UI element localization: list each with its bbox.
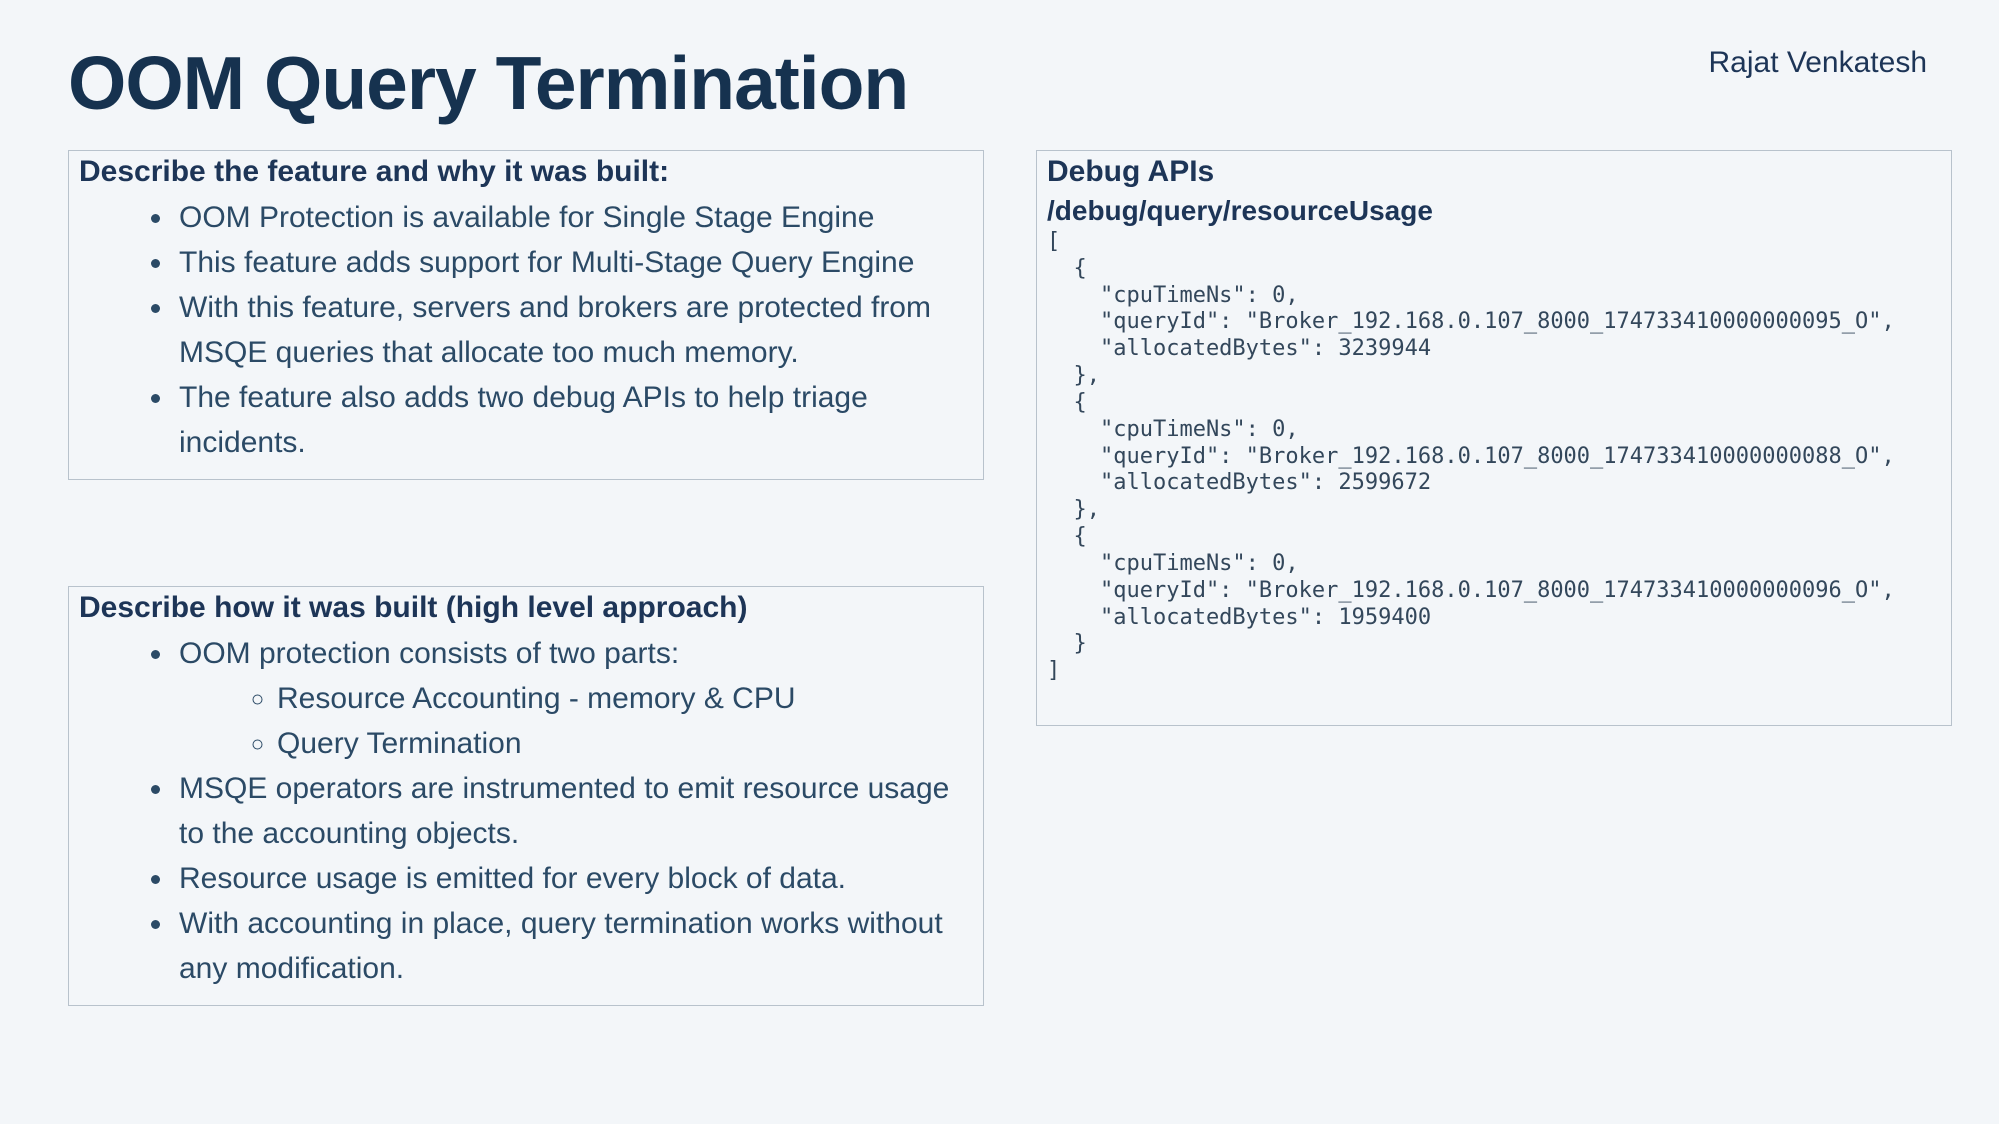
feature-heading: Describe the feature and why it was buil… <box>79 155 973 189</box>
debug-heading: Debug APIs <box>1047 155 1941 189</box>
right-column: Debug APIs /debug/query/resourceUsage [ … <box>1036 150 1952 726</box>
list-item: MSQE operators are instrumented to emit … <box>175 766 973 856</box>
feature-list: OOM Protection is available for Single S… <box>79 195 973 465</box>
list-item: Resource Accounting - memory & CPU <box>277 676 973 721</box>
list-item: OOM Protection is available for Single S… <box>175 195 973 240</box>
list-item: Resource usage is emitted for every bloc… <box>175 856 973 901</box>
approach-list: OOM protection consists of two parts: Re… <box>79 631 973 991</box>
approach-sublist: Resource Accounting - memory & CPU Query… <box>179 676 973 766</box>
list-item: With this feature, servers and brokers a… <box>175 285 973 375</box>
debug-code-block: [ { "cpuTimeNs": 0, "queryId": "Broker_1… <box>1047 229 1941 685</box>
approach-heading: Describe how it was built (high level ap… <box>79 591 973 625</box>
author-name: Rajat Venkatesh <box>1709 46 1927 80</box>
debug-panel: Debug APIs /debug/query/resourceUsage [ … <box>1036 150 1952 726</box>
list-item-text: OOM protection consists of two parts: <box>179 637 679 670</box>
list-item: With accounting in place, query terminat… <box>175 901 973 991</box>
list-item: This feature adds support for Multi-Stag… <box>175 240 973 285</box>
list-item: OOM protection consists of two parts: Re… <box>175 631 973 766</box>
debug-api-path: /debug/query/resourceUsage <box>1047 195 1941 227</box>
list-item: The feature also adds two debug APIs to … <box>175 375 973 465</box>
content-columns: Describe the feature and why it was buil… <box>68 150 1931 1006</box>
approach-panel: Describe how it was built (high level ap… <box>68 586 984 1006</box>
feature-panel: Describe the feature and why it was buil… <box>68 150 984 480</box>
left-column: Describe the feature and why it was buil… <box>68 150 984 1006</box>
slide-title: OOM Query Termination <box>68 40 1931 126</box>
list-item: Query Termination <box>277 721 973 766</box>
